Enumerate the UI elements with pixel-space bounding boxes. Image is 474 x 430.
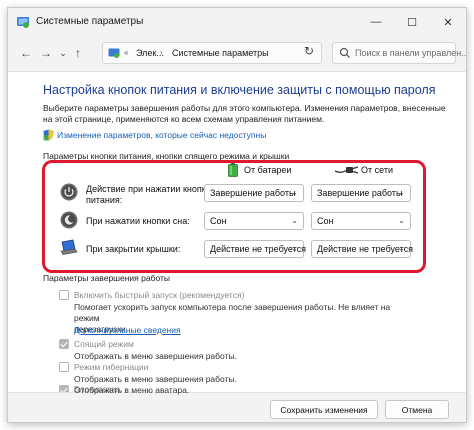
address-bar[interactable]: « Элек... › Системные параметры ⌄	[102, 42, 384, 64]
forward-button[interactable]: →	[38, 45, 54, 61]
lid-close-action-label: При закрытии крышки:	[86, 244, 181, 254]
sleep-button-battery-select[interactable]: Сон ⌄	[204, 212, 304, 230]
up-button[interactable]: ↑	[70, 45, 86, 61]
shutdown-settings-section-label: Параметры завершения работы	[43, 273, 172, 283]
page-description: Выберите параметры завершения работы для…	[43, 103, 446, 124]
power-button-action-label-line: Действие при нажатии кнопки	[86, 184, 211, 194]
chevron-down-icon: ⌄	[398, 244, 405, 253]
sleep-button-action-label: При нажатии кнопки сна:	[86, 216, 190, 226]
title-bar: Системные параметры — ☐ ✕	[8, 8, 466, 36]
fast-startup-label: Включить быстрый запуск (рекомендуется)	[74, 290, 245, 300]
power-button-action-label: Действие при нажатии кнопки питания:	[86, 184, 211, 206]
window-title: Системные параметры	[36, 16, 144, 27]
select-value: Завершение работы	[210, 188, 296, 198]
change-unavailable-settings-link[interactable]: Изменение параметров, которые сейчас нед…	[57, 130, 266, 140]
hibernate-checkbox[interactable]	[59, 362, 69, 372]
select-value: Сон	[317, 216, 334, 226]
laptop-lid-icon	[60, 239, 78, 255]
control-panel-icon	[108, 48, 120, 58]
search-box[interactable]: Поиск в панели управлен...	[332, 42, 466, 64]
more-info-link[interactable]: Дополнительные сведения	[74, 325, 181, 335]
sleep-mode-label: Спящий режим	[74, 339, 134, 349]
sleep-button-icon	[60, 211, 78, 229]
control-panel-icon	[17, 17, 29, 28]
chevron-down-icon: ⌄	[291, 188, 298, 197]
search-placeholder: Поиск в панели управлен...	[355, 48, 467, 58]
lid-close-battery-select[interactable]: Действие не требуется ⌄	[204, 240, 306, 258]
battery-column-label: От батареи	[244, 165, 292, 175]
power-button-plugged-select[interactable]: Завершение работы ⌄	[311, 184, 411, 202]
cancel-button[interactable]: Отмена	[385, 400, 449, 419]
fast-startup-checkbox[interactable]	[59, 290, 69, 300]
sleep-mode-checkbox[interactable]	[59, 339, 69, 349]
breadcrumb-separator[interactable]: ›	[160, 48, 163, 57]
chevron-down-icon: ⌄	[291, 244, 298, 253]
recent-locations-button[interactable]: ⌄	[55, 45, 71, 61]
page-title: Настройка кнопок питания и включение защ…	[43, 83, 436, 97]
power-button-battery-select[interactable]: Завершение работы ⌄	[204, 184, 304, 202]
search-icon	[339, 47, 350, 58]
power-plug-icon	[335, 166, 359, 174]
refresh-button[interactable]: ↻	[300, 44, 318, 62]
close-button[interactable]: ✕	[430, 8, 466, 36]
select-value: Сон	[210, 216, 227, 226]
breadcrumb-item[interactable]: Системные параметры	[172, 48, 269, 58]
chevron-down-icon: ⌄	[398, 216, 405, 225]
dialog-footer: Отображать в меню аватара. Сохранить изм…	[8, 385, 466, 422]
back-button[interactable]: ←	[18, 45, 34, 61]
fast-startup-description-line: Помогает ускорить запуск компьютера посл…	[74, 302, 391, 323]
maximize-button[interactable]: ☐	[394, 8, 430, 36]
battery-icon	[228, 163, 238, 177]
hibernate-label: Режим гибернации	[74, 362, 149, 372]
lid-close-plugged-select[interactable]: Действие не требуется ⌄	[311, 240, 413, 258]
chevron-down-icon: ⌄	[398, 188, 405, 197]
power-button-action-label-line: питания:	[86, 195, 123, 205]
power-button-icon	[60, 183, 78, 201]
lock-description: Отображать в меню аватара.	[74, 385, 190, 395]
plugged-column-label: От сети	[361, 165, 393, 175]
save-changes-button[interactable]: Сохранить изменения	[270, 400, 378, 419]
breadcrumb-overflow[interactable]: «	[124, 48, 128, 57]
chevron-down-icon: ⌄	[291, 216, 298, 225]
navigation-bar: ← → ⌄ ↑ « Элек... › Системные параметры …	[8, 36, 466, 72]
minimize-button[interactable]: —	[358, 8, 394, 36]
sleep-mode-description: Отображать в меню завершения работы.	[74, 351, 237, 361]
uac-shield-icon	[43, 129, 54, 141]
sleep-button-plugged-select[interactable]: Сон ⌄	[311, 212, 411, 230]
select-value: Завершение работы	[317, 188, 403, 198]
control-panel-window: Системные параметры — ☐ ✕ ← → ⌄ ↑ « Элек…	[7, 7, 467, 423]
